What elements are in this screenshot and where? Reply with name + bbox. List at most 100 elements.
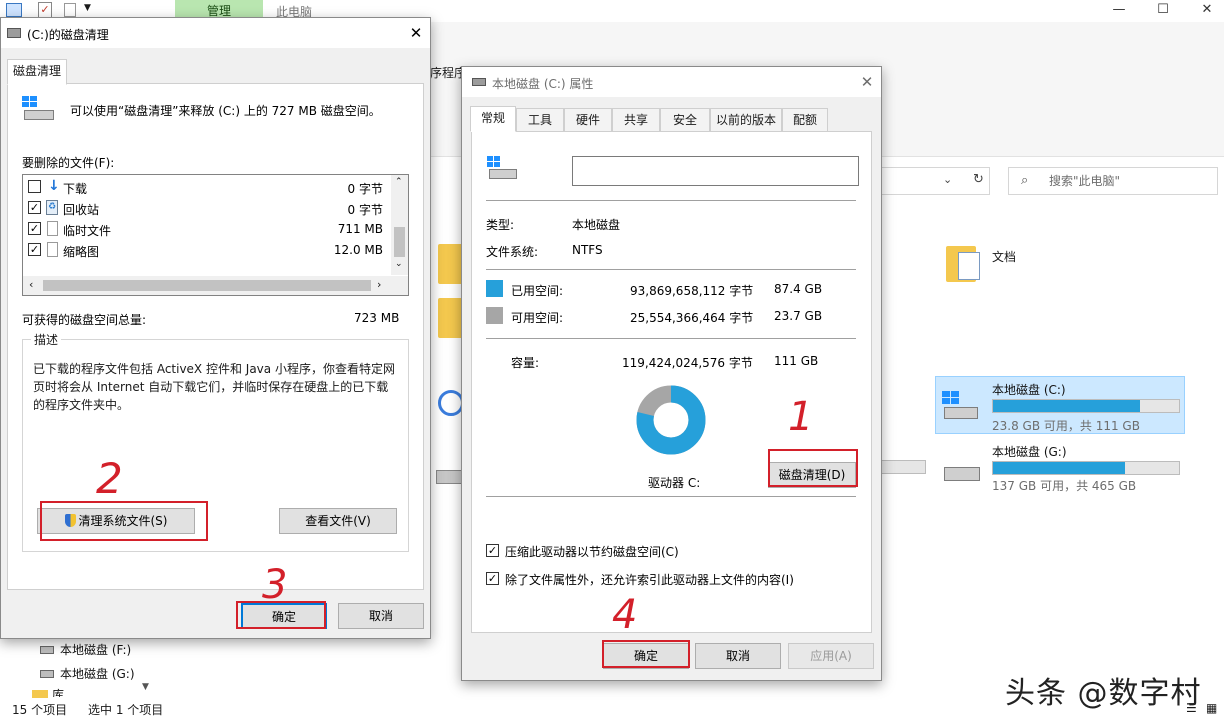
list-item[interactable]: ↓ 下载 0 字节 <box>23 177 389 197</box>
close-icon[interactable]: ✕ <box>856 72 878 92</box>
apply-button[interactable]: 应用(A) <box>788 643 874 669</box>
drive-name-c: 本地磁盘 (C:) <box>992 383 1066 397</box>
tab-6[interactable]: 以前的版本 <box>710 108 782 132</box>
cancel-button[interactable]: 取消 <box>695 643 781 669</box>
annotation-number-3: 3 <box>262 562 288 608</box>
separator <box>486 269 856 270</box>
documents-folder-label[interactable]: 文档 <box>992 248 1016 265</box>
general-panel: 类型: 本地磁盘 文件系统: NTFS 已用空间: 93,869,658,112… <box>471 131 872 633</box>
tab-5[interactable]: 安全 <box>660 108 710 132</box>
download-arrow-icon: ↓ <box>48 178 60 194</box>
tab-2[interactable]: 工具 <box>516 108 564 132</box>
tab-4[interactable]: 共享 <box>612 108 660 132</box>
tab-disk-cleanup[interactable]: 磁盘清理 <box>7 59 67 85</box>
drive-info-c: 23.8 GB 可用，共 111 GB <box>992 419 1140 433</box>
compress-checkbox[interactable]: ✓ <box>486 544 499 557</box>
drive-used-fill-g <box>993 462 1126 474</box>
file-name: 缩略图 <box>63 245 100 259</box>
drive-tile-g[interactable]: 本地磁盘 (G:) 137 GB 可用，共 465 GB <box>935 438 1185 496</box>
documents-folder-icon[interactable] <box>946 242 982 284</box>
compress-label[interactable]: 压缩此驱动器以节约磁盘空间(C) <box>505 543 679 560</box>
search-input[interactable]: ⌕ 搜索"此电脑" <box>1008 167 1218 195</box>
scroll-up-icon[interactable]: ⌃ <box>395 177 403 187</box>
filesystem-value: NTFS <box>572 243 603 257</box>
file-size: 0 字节 <box>347 182 383 196</box>
list-item[interactable]: ✓ 临时文件 711 MB <box>23 219 389 239</box>
new-folder-icon[interactable] <box>64 3 76 17</box>
dialog-titlebar: 本地磁盘 (C:) 属性 ✕ <box>462 67 881 97</box>
drive-icon <box>944 467 980 481</box>
drive-used-fill-c <box>993 400 1140 412</box>
customize-dropdown-icon[interactable]: ▼ <box>84 3 91 13</box>
refresh-icon[interactable]: ↻ <box>973 172 984 187</box>
file-checkbox[interactable]: ✓ <box>28 201 41 214</box>
separator <box>486 338 856 339</box>
index-checkbox[interactable]: ✓ <box>486 572 499 585</box>
library-folder-icon <box>32 690 48 698</box>
drive-name-g: 本地磁盘 (G:) <box>992 445 1067 459</box>
index-label[interactable]: 除了文件属性外，还允许索引此驱动器上文件的内容(I) <box>505 571 794 588</box>
tab-3[interactable]: 硬件 <box>564 108 612 132</box>
file-checkbox[interactable] <box>28 180 41 193</box>
tab-7[interactable]: 配额 <box>782 108 828 132</box>
drive-name-input[interactable] <box>572 156 859 186</box>
nav-item-drive-f[interactable]: 本地磁盘 (F:) <box>60 641 131 658</box>
watermark-text: 头条 @数字村 <box>1005 676 1202 711</box>
total-space-value: 723 MB <box>354 311 400 325</box>
capacity-bytes: 119,424,024,576 字节 <box>622 356 753 370</box>
dialog-title: 本地磁盘 (C:) 属性 <box>492 77 594 91</box>
scroll-down-icon[interactable]: ⌄ <box>395 259 403 269</box>
computer-icon[interactable] <box>6 3 22 17</box>
nav-item-libraries[interactable]: 库 <box>52 686 64 697</box>
status-item-count: 15 个项目 <box>12 703 68 717</box>
scroll-right-icon[interactable]: › <box>377 278 381 291</box>
file-name: 回收站 <box>63 203 100 217</box>
type-label: 类型: <box>486 218 515 232</box>
file-checkbox[interactable]: ✓ <box>28 243 41 256</box>
used-space-bytes: 93,869,658,112 字节 <box>630 284 754 298</box>
tab-1[interactable]: 常规 <box>470 106 516 132</box>
drive-properties-dialog: 本地磁盘 (C:) 属性 ✕ 常规 工具 硬件 共享 安全 以前的版本 配额 类型: 本地磁… <box>461 66 882 681</box>
disk-cleanup-icon <box>7 28 21 38</box>
files-to-delete-label: 要删除的文件(F): <box>22 156 115 170</box>
list-item[interactable]: ✓ 缩略图 12.0 MB <box>23 240 389 260</box>
annotation-number-2: 2 <box>96 454 123 503</box>
disk-cleanup-dialog: (C:)的磁盘清理 ✕ 磁盘清理 可以使用“磁盘清理”来释放 (C:) 上的 7… <box>0 17 431 639</box>
list-item[interactable]: ✓ ♻ 回收站 0 字节 <box>23 198 389 218</box>
nav-item-drive-g[interactable]: 本地磁盘 (G:) <box>60 665 135 682</box>
scroll-down-icon[interactable]: ▼ <box>142 682 149 692</box>
free-space-swatch <box>486 307 503 324</box>
tiles-view-icon[interactable]: ▦ <box>1206 701 1217 715</box>
total-space-label: 可获得的磁盘空间总量: <box>22 313 147 327</box>
drive-icon <box>40 646 54 654</box>
files-list[interactable]: ↓ 下载 0 字节 ✓ ♻ 回收站 0 字节 ✓ 临时文件 711 MB ✓ 缩略图 12.0 MB ⌃… <box>22 174 409 296</box>
free-space-bytes: 25,554,366,464 字节 <box>630 311 754 325</box>
address-bar[interactable]: ⌄ ↻ <box>880 167 990 195</box>
file-checkbox[interactable]: ✓ <box>28 222 41 235</box>
windows-drive-icon <box>942 391 982 421</box>
vertical-scrollbar[interactable]: ⌃ ⌄ <box>391 175 408 275</box>
close-icon[interactable]: ✕ <box>1198 2 1216 18</box>
scrollbar-thumb[interactable] <box>43 280 371 291</box>
scroll-left-icon[interactable]: ‹ <box>29 278 33 291</box>
drive-capacity-bar-c <box>992 399 1180 413</box>
drive-capacity-bar <box>880 460 926 474</box>
chevron-down-icon[interactable]: ⌄ <box>943 173 952 186</box>
windows-drive-icon <box>487 156 519 182</box>
properties-check-icon[interactable]: ✓ <box>38 2 52 18</box>
drive-info-g: 137 GB 可用，共 465 GB <box>992 479 1137 493</box>
close-icon[interactable]: ✕ <box>405 23 427 43</box>
status-selected-count: 选中 1 个项目 <box>88 703 164 717</box>
usage-donut-chart <box>636 385 706 455</box>
minimize-icon[interactable]: — <box>1110 2 1128 18</box>
maximize-icon[interactable]: ☐ <box>1154 2 1172 18</box>
cancel-button[interactable]: 取消 <box>338 603 424 629</box>
scrollbar-thumb[interactable] <box>394 227 405 257</box>
drive-tile-c[interactable]: 本地磁盘 (C:) 23.8 GB 可用，共 111 GB <box>935 376 1185 434</box>
dialog-title: (C:)的磁盘清理 <box>27 28 109 42</box>
horizontal-scrollbar[interactable]: ‹ › <box>23 276 408 295</box>
windows-drive-icon <box>22 96 56 124</box>
view-files-button[interactable]: 查看文件(V) <box>279 508 397 534</box>
file-size: 711 MB <box>337 222 383 236</box>
drive-capacity-bar-g <box>992 461 1180 475</box>
